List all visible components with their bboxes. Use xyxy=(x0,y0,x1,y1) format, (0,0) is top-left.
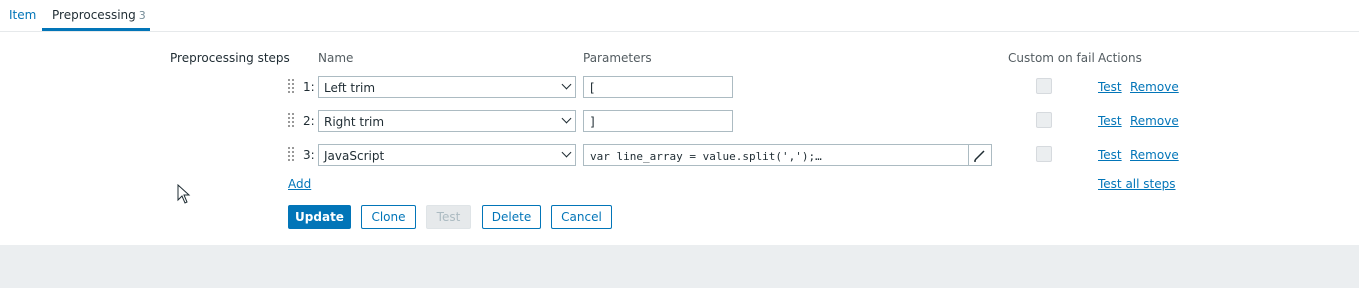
mouse-cursor-icon xyxy=(177,184,191,204)
step-parameter-value: var line_array = value.split(',');… xyxy=(590,150,822,163)
step-type-select[interactable]: JavaScript xyxy=(318,144,576,166)
step-parameter-input[interactable]: [ xyxy=(583,76,733,98)
pencil-icon xyxy=(974,150,985,162)
step-test-link[interactable]: Test xyxy=(1098,148,1122,162)
custom-on-fail-checkbox[interactable] xyxy=(1036,146,1052,162)
chevron-down-icon xyxy=(561,113,572,124)
step-number: 3: xyxy=(303,148,315,162)
column-header-parameters: Parameters xyxy=(583,51,652,65)
step-type-value: Left trim xyxy=(324,81,376,95)
step-number: 2: xyxy=(303,114,315,128)
drag-handle-icon[interactable] xyxy=(288,79,294,95)
active-tab-indicator xyxy=(42,28,150,31)
preprocessing-steps-label: Preprocessing steps xyxy=(170,51,290,65)
column-header-actions: Actions xyxy=(1098,51,1142,65)
test-all-steps-link[interactable]: Test all steps xyxy=(1098,177,1176,191)
preprocessing-step-row: 2: Right trim ] Test Remove xyxy=(0,110,1359,132)
tab-item[interactable]: Item xyxy=(9,8,36,22)
preprocessing-step-row: 1: Left trim [ Test Remove xyxy=(0,76,1359,98)
cancel-button[interactable]: Cancel xyxy=(551,205,612,229)
step-test-link[interactable]: Test xyxy=(1098,114,1122,128)
step-parameter-value: ] xyxy=(590,115,595,129)
edit-script-button[interactable] xyxy=(968,145,991,165)
chevron-down-icon xyxy=(561,79,572,90)
column-header-custom-on-fail: Custom on fail xyxy=(1008,51,1095,65)
preprocessing-step-row: 3: JavaScript var line_array = value.spl… xyxy=(0,144,1359,166)
tab-preprocessing[interactable]: Preprocessing 3 xyxy=(52,8,146,22)
update-button[interactable]: Update xyxy=(288,205,351,229)
tab-preprocessing-label: Preprocessing xyxy=(52,8,136,22)
step-number: 1: xyxy=(303,80,315,94)
custom-on-fail-checkbox[interactable] xyxy=(1036,78,1052,94)
column-header-name: Name xyxy=(318,51,354,65)
step-type-select[interactable]: Left trim xyxy=(318,76,576,98)
step-type-value: JavaScript xyxy=(324,149,385,163)
step-test-link[interactable]: Test xyxy=(1098,80,1122,94)
tab-bar: Item Preprocessing 3 xyxy=(0,0,1359,32)
step-parameter-input[interactable]: var line_array = value.split(',');… xyxy=(583,144,992,166)
chevron-down-icon xyxy=(561,147,572,158)
step-remove-link[interactable]: Remove xyxy=(1130,80,1179,94)
step-type-value: Right trim xyxy=(324,115,385,129)
delete-button[interactable]: Delete xyxy=(482,205,541,229)
add-step-link[interactable]: Add xyxy=(288,177,311,191)
step-remove-link[interactable]: Remove xyxy=(1130,148,1179,162)
drag-handle-icon[interactable] xyxy=(288,147,294,163)
custom-on-fail-checkbox[interactable] xyxy=(1036,112,1052,128)
step-remove-link[interactable]: Remove xyxy=(1130,114,1179,128)
clone-button[interactable]: Clone xyxy=(361,205,416,229)
tab-preprocessing-count: 3 xyxy=(138,9,146,22)
test-button[interactable]: Test xyxy=(426,205,471,229)
form-panel: Item Preprocessing 3 Preprocessing steps … xyxy=(0,0,1359,245)
step-parameter-value: [ xyxy=(590,81,595,95)
step-parameter-input[interactable]: ] xyxy=(583,110,733,132)
step-type-select[interactable]: Right trim xyxy=(318,110,576,132)
drag-handle-icon[interactable] xyxy=(288,113,294,129)
